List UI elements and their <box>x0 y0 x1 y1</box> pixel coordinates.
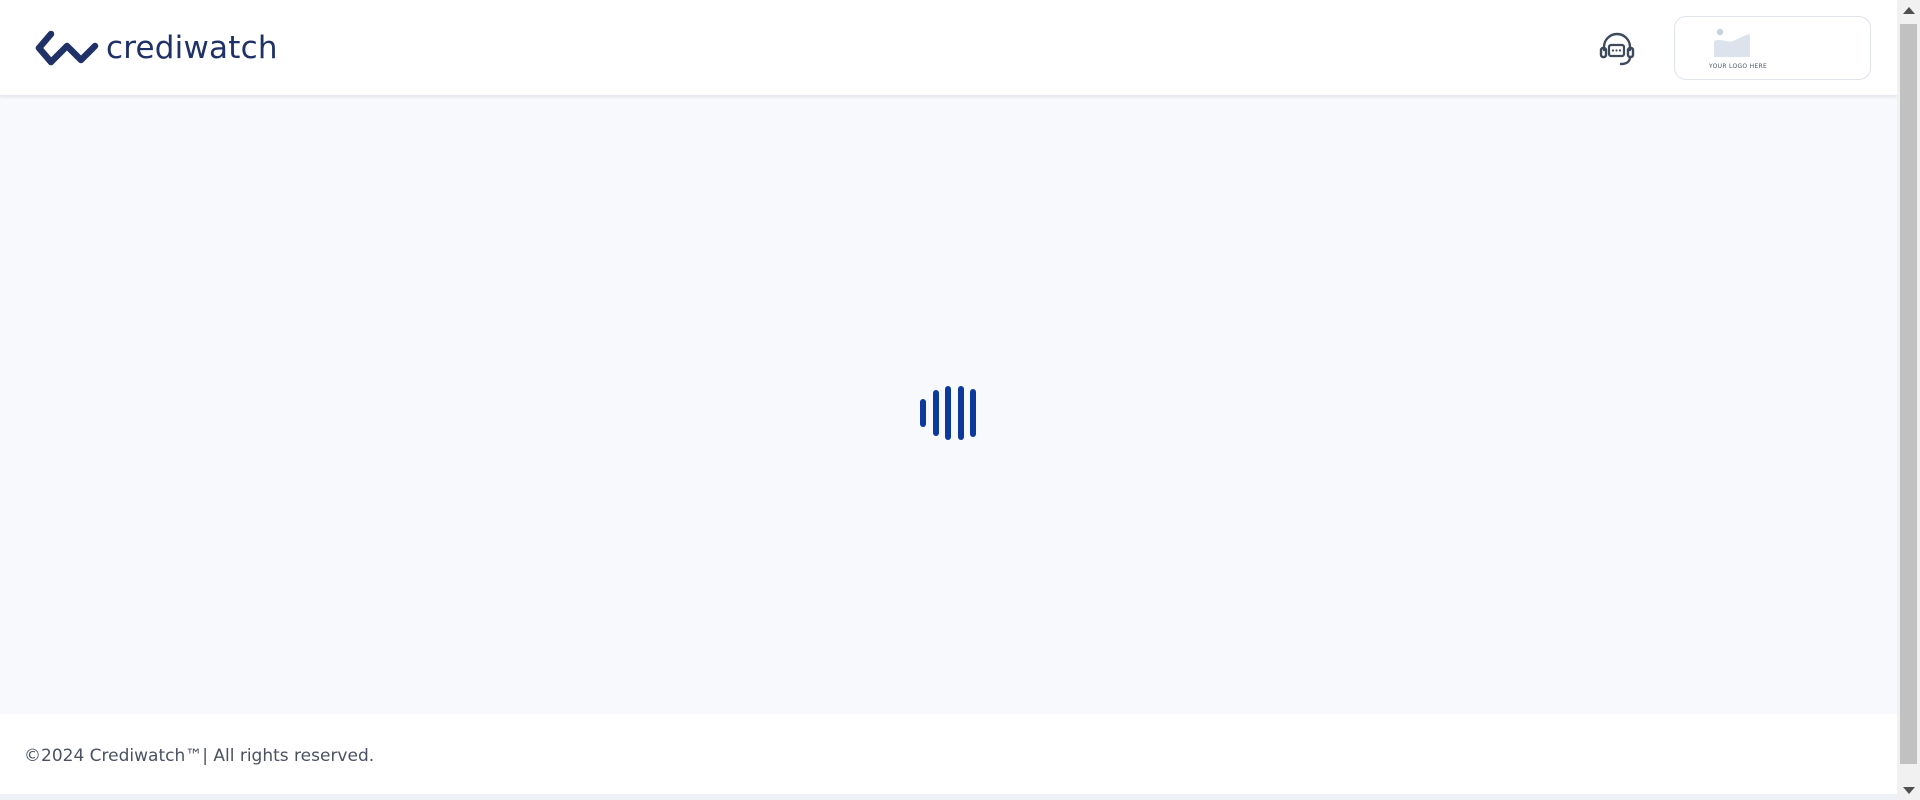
crediwatch-logo-icon <box>35 30 99 66</box>
loading-bars-icon <box>920 386 976 440</box>
footer-divider <box>0 794 1897 800</box>
brand-logo[interactable]: crediwatch <box>34 28 278 68</box>
copyright-text: ©2024 Crediwatch™| All rights reserved. <box>24 746 375 766</box>
scroll-down-button[interactable] <box>1897 780 1920 800</box>
app-viewport: crediwatch YOUR LOGO HERE ©2024 Crediwat… <box>0 0 1897 800</box>
loader-bar <box>945 386 951 440</box>
page-footer: ©2024 Crediwatch™| All rights reserved. <box>0 714 1897 800</box>
image-placeholder-icon <box>1714 28 1750 57</box>
logo-placeholder-caption: YOUR LOGO HERE <box>1709 63 1768 70</box>
client-logo-placeholder[interactable]: YOUR LOGO HERE <box>1674 16 1871 80</box>
loader-bar <box>970 389 976 437</box>
headset-chat-icon <box>1599 32 1635 66</box>
loader-bar <box>932 390 939 436</box>
arrow-up-icon <box>1902 6 1915 14</box>
support-button[interactable] <box>1596 28 1638 70</box>
brand-name: crediwatch <box>106 30 278 66</box>
scroll-thumb[interactable] <box>1900 24 1917 764</box>
arrow-down-icon <box>1902 786 1915 794</box>
top-header: crediwatch YOUR LOGO HERE <box>0 0 1897 96</box>
scroll-up-button[interactable] <box>1897 0 1920 20</box>
loader-bar <box>920 399 926 427</box>
vertical-scrollbar[interactable] <box>1897 0 1920 800</box>
loader-bar <box>957 386 964 440</box>
